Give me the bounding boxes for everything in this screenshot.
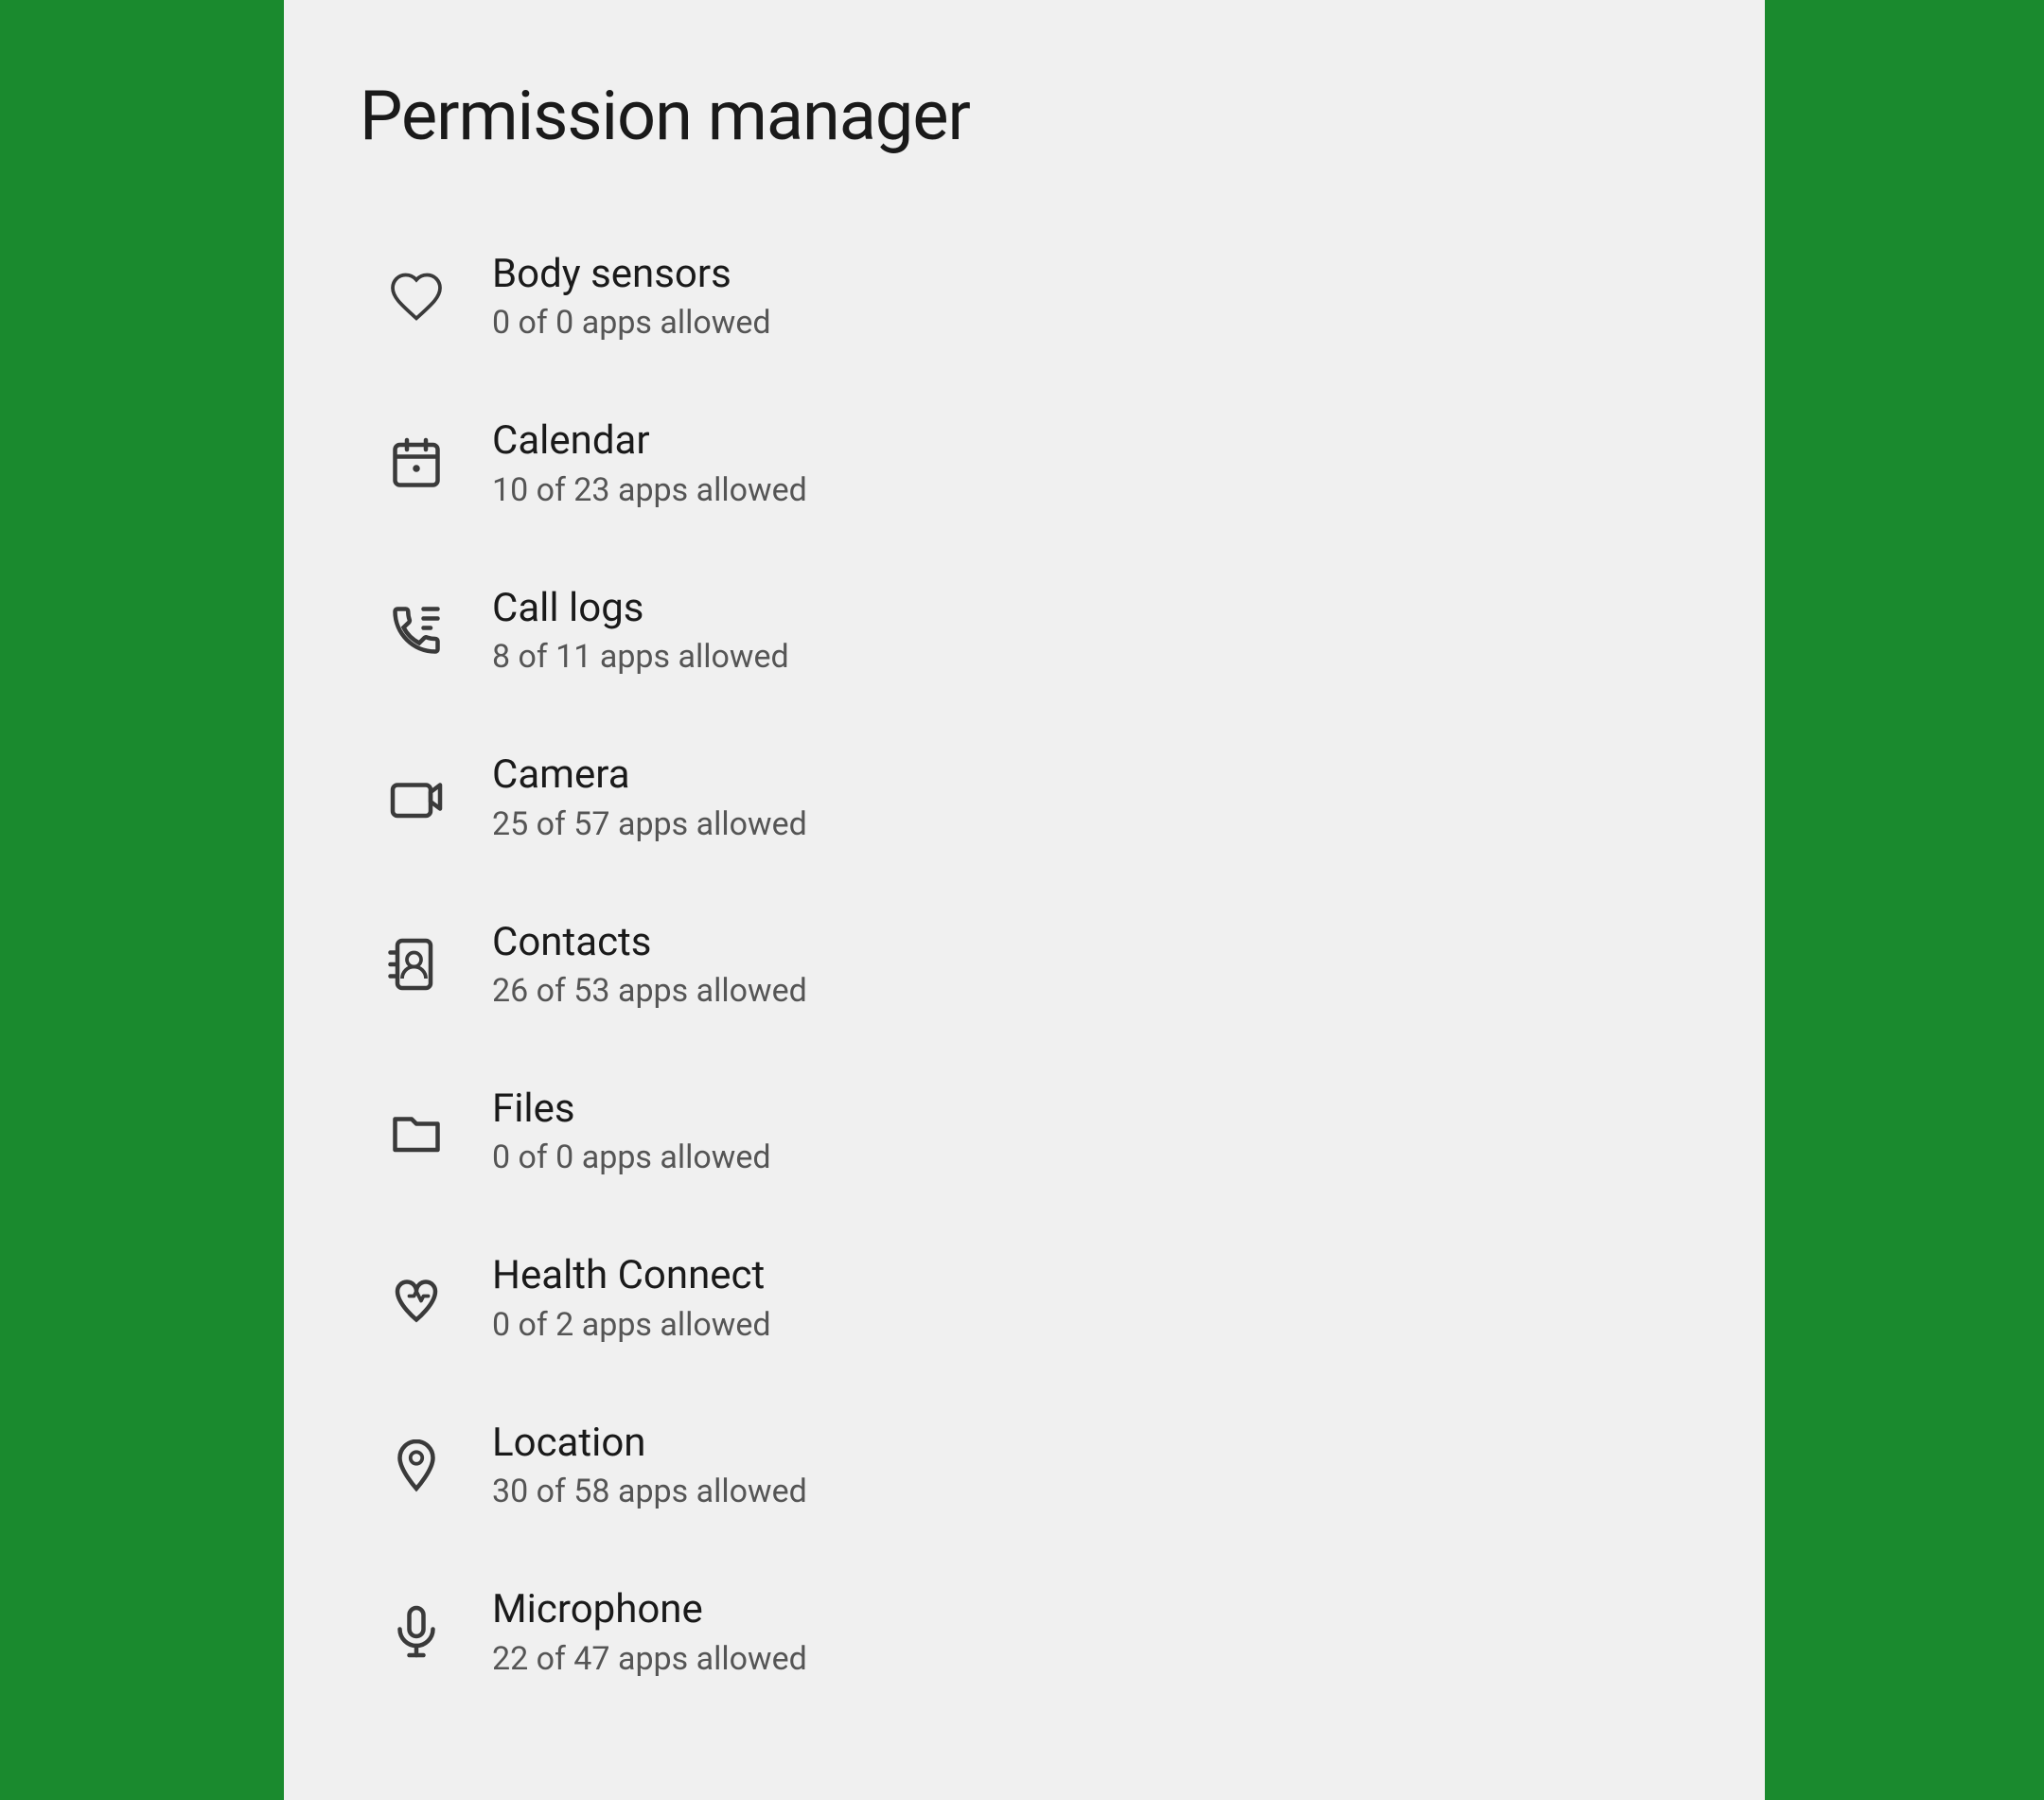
microphone-icon	[379, 1594, 454, 1669]
permission-subtitle-body-sensors: 0 of 0 apps allowed	[492, 304, 771, 342]
calendar-icon	[379, 426, 454, 502]
sidebar-left	[0, 0, 284, 1800]
permission-name-camera: Camera	[492, 751, 807, 799]
permission-text-files: Files 0 of 0 apps allowed	[492, 1085, 771, 1176]
permission-subtitle-files: 0 of 0 apps allowed	[492, 1138, 771, 1176]
permission-text-health-connect: Health Connect 0 of 2 apps allowed	[492, 1252, 771, 1343]
heart-icon	[379, 258, 454, 334]
permission-text-microphone: Microphone 22 of 47 apps allowed	[492, 1586, 807, 1677]
call-logs-icon	[379, 592, 454, 668]
permission-subtitle-calendar: 10 of 23 apps allowed	[492, 471, 807, 509]
permission-name-contacts: Contacts	[492, 919, 807, 966]
page-title: Permission manager	[360, 76, 1689, 156]
permission-name-body-sensors: Body sensors	[492, 251, 771, 298]
permission-subtitle-contacts: 26 of 53 apps allowed	[492, 972, 807, 1010]
permission-subtitle-health-connect: 0 of 2 apps allowed	[492, 1306, 771, 1344]
camera-icon	[379, 759, 454, 835]
location-icon	[379, 1427, 454, 1503]
folder-icon	[379, 1093, 454, 1169]
permission-subtitle-microphone: 22 of 47 apps allowed	[492, 1640, 807, 1678]
permission-name-files: Files	[492, 1085, 771, 1133]
permission-item-camera[interactable]: Camera 25 of 57 apps allowed	[360, 714, 1689, 880]
permission-item-calendar[interactable]: Calendar 10 of 23 apps allowed	[360, 379, 1689, 546]
permission-name-calendar: Calendar	[492, 417, 807, 465]
permission-list: Body sensors 0 of 0 apps allowed Calendar…	[360, 213, 1689, 1716]
permission-item-files[interactable]: Files 0 of 0 apps allowed	[360, 1048, 1689, 1214]
main-content: Permission manager Body sensors 0 of 0 ap…	[284, 0, 1765, 1800]
permission-item-microphone[interactable]: Microphone 22 of 47 apps allowed	[360, 1548, 1689, 1715]
permission-item-health-connect[interactable]: Health Connect 0 of 2 apps allowed	[360, 1214, 1689, 1381]
permission-text-camera: Camera 25 of 57 apps allowed	[492, 751, 807, 842]
permission-subtitle-call-logs: 8 of 11 apps allowed	[492, 638, 789, 676]
permission-subtitle-location: 30 of 58 apps allowed	[492, 1473, 807, 1510]
sidebar-right	[1765, 0, 2044, 1800]
permission-item-body-sensors[interactable]: Body sensors 0 of 0 apps allowed	[360, 213, 1689, 379]
permission-text-calendar: Calendar 10 of 23 apps allowed	[492, 417, 807, 508]
permission-text-contacts: Contacts 26 of 53 apps allowed	[492, 919, 807, 1010]
permission-name-health-connect: Health Connect	[492, 1252, 771, 1299]
permission-item-location[interactable]: Location 30 of 58 apps allowed	[360, 1382, 1689, 1548]
permission-name-location: Location	[492, 1420, 807, 1467]
permission-item-call-logs[interactable]: Call logs 8 of 11 apps allowed	[360, 547, 1689, 714]
permission-name-call-logs: Call logs	[492, 585, 789, 632]
permission-text-location: Location 30 of 58 apps allowed	[492, 1420, 807, 1510]
permission-item-contacts[interactable]: Contacts 26 of 53 apps allowed	[360, 881, 1689, 1048]
permission-name-microphone: Microphone	[492, 1586, 807, 1633]
permission-subtitle-camera: 25 of 57 apps allowed	[492, 805, 807, 843]
permission-text-call-logs: Call logs 8 of 11 apps allowed	[492, 585, 789, 676]
permission-text-body-sensors: Body sensors 0 of 0 apps allowed	[492, 251, 771, 342]
contacts-icon	[379, 926, 454, 1002]
health-connect-icon	[379, 1261, 454, 1336]
